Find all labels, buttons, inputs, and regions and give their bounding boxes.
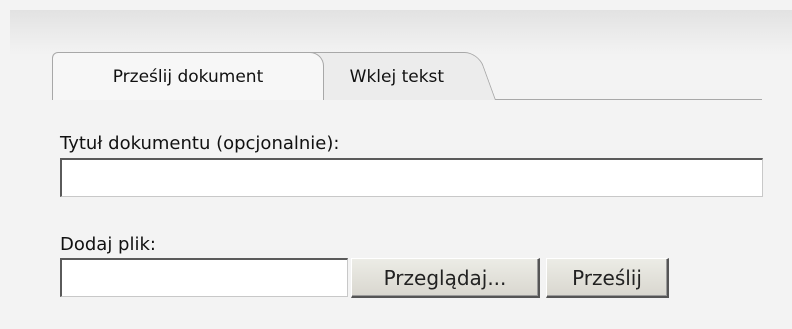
document-title-label: Tytuł dokumentu (opcjonalnie):	[60, 133, 340, 154]
file-path-input[interactable]	[60, 258, 348, 297]
tab-label: Wklej tekst	[349, 66, 444, 87]
browse-button[interactable]: Przeglądaj...	[351, 258, 540, 298]
tab-paste-text[interactable]: Wklej tekst	[296, 52, 496, 100]
document-title-input[interactable]	[60, 158, 763, 197]
tab-bar: Wklej tekst Prześlij dokument	[52, 52, 792, 100]
tab-upload-document[interactable]: Prześlij dokument	[52, 52, 324, 100]
tab-label: Prześlij dokument	[112, 66, 264, 87]
upload-button[interactable]: Prześlij	[546, 258, 669, 298]
add-file-label: Dodaj plik:	[60, 234, 156, 255]
